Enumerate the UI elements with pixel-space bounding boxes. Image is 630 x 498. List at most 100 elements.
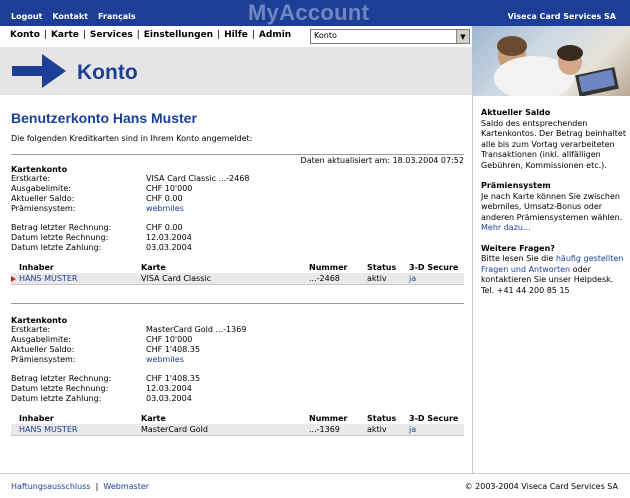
field-label: Datum letzte Rechnung:: [11, 384, 109, 393]
logout-link[interactable]: Logout: [11, 12, 42, 21]
field-ausgabelimite: Ausgabelimite: CHF 10'000: [11, 184, 464, 194]
cell-3d-secure: ja: [409, 273, 464, 285]
field-label: Aktueller Saldo:: [11, 345, 75, 354]
account-block: Kartenkonto Erstkarte: MasterCard Gold ..…: [11, 316, 464, 436]
webmiles-link[interactable]: webmiles: [146, 355, 184, 364]
inhaber-link[interactable]: HANS MUSTER: [19, 274, 77, 283]
field-value: CHF 0.00: [146, 194, 183, 203]
field-erstkarte: Erstkarte: MasterCard Gold ...-1369: [11, 325, 464, 335]
updated-timestamp: Daten aktualisiert am: 18.03.2004 07:52: [300, 156, 464, 165]
field-label: Erstkarte:: [11, 174, 51, 183]
cell-status: aktiv: [367, 273, 409, 285]
help-sidebar: Aktueller Saldo Saldo des entsprechenden…: [481, 108, 626, 306]
arrow-right-icon: [12, 54, 66, 88]
section-select-value: Konto: [314, 31, 337, 40]
nav-separator: |: [82, 30, 86, 40]
nav-karte[interactable]: Karte: [51, 30, 79, 40]
couple-laptop-image: [494, 36, 619, 96]
help-praemien: Prämiensystem Je nach Karte können Sie z…: [481, 181, 626, 234]
haftungsausschluss-link[interactable]: Haftungsausschluss: [11, 482, 91, 491]
field-value-wrap: webmiles: [146, 355, 184, 365]
nav-konto[interactable]: Konto: [10, 30, 40, 40]
help-praemien-text: Je nach Karte können Sie zwischen webmil…: [481, 191, 623, 222]
field-value: CHF 10'000: [146, 335, 193, 344]
table-header: Inhaber Karte Nummer Status 3-D Secure: [11, 262, 464, 273]
account-title: Kartenkonto: [11, 316, 68, 325]
section-select[interactable]: Konto ▼: [310, 29, 470, 44]
field-value: 03.03.2004: [146, 394, 192, 403]
table-row: HANS MUSTER MasterCard Gold ...-1369 akt…: [11, 424, 464, 436]
nav-hilfe[interactable]: Hilfe: [224, 30, 248, 40]
col-inhaber-label: Inhaber: [19, 414, 54, 423]
inhaber-link[interactable]: HANS MUSTER: [19, 425, 77, 434]
company-name: Viseca Card Services SA: [507, 12, 616, 21]
cell-inhaber: HANS MUSTER: [11, 273, 141, 285]
field-praemiensystem: Prämiensystem: webmiles: [11, 355, 464, 365]
field-label: Ausgabelimite:: [11, 184, 71, 193]
webmaster-link[interactable]: Webmaster: [103, 482, 149, 491]
field-value: CHF 10'000: [146, 184, 193, 193]
col-karte: Karte: [141, 414, 166, 423]
cell-nummer: ...-1369: [309, 424, 367, 436]
field-label: Erstkarte:: [11, 325, 51, 334]
field-label: Prämiensystem:: [11, 204, 76, 213]
col-3d-secure: 3-D Secure: [409, 263, 459, 272]
footer-links: Haftungsausschluss | Webmaster: [11, 482, 149, 491]
field-saldo: Aktueller Saldo: CHF 0.00: [11, 194, 464, 204]
nav-admin[interactable]: Admin: [259, 30, 291, 40]
secure-link[interactable]: ja: [409, 274, 416, 283]
nav-separator: |: [136, 30, 140, 40]
field-value: CHF 0.00: [146, 223, 183, 232]
mehr-dazu-link[interactable]: Mehr dazu...: [481, 223, 531, 232]
help-saldo-text: Saldo des entsprechenden Kartenkontos. D…: [481, 118, 626, 170]
field-erstkarte: Erstkarte: VISA Card Classic ...-2468: [11, 174, 464, 184]
table-header: Inhaber Karte Nummer Status 3-D Secure: [11, 413, 464, 424]
field-value: CHF 1'408.35: [146, 374, 201, 383]
field-label: Betrag letzter Rechnung:: [11, 374, 112, 383]
top-links: Logout Kontakt Français: [11, 12, 136, 21]
cards-table: Inhaber Karte Nummer Status 3-D Secure H…: [11, 262, 464, 285]
chevron-down-icon[interactable]: ▼: [456, 30, 469, 43]
nav-services[interactable]: Services: [90, 30, 133, 40]
kontakt-link[interactable]: Kontakt: [52, 12, 88, 21]
cards-table: Inhaber Karte Nummer Status 3-D Secure H…: [11, 413, 464, 436]
cell-3d-secure: ja: [409, 424, 464, 436]
col-nummer: Nummer: [309, 414, 348, 423]
field-datum-rechnung: Datum letzte Rechnung: 12.03.2004: [11, 233, 464, 243]
field-value: VISA Card Classic ...-2468: [146, 174, 250, 183]
field-datum-zahlung: Datum letzte Zahlung: 03.03.2004: [11, 243, 464, 253]
col-status: Status: [367, 263, 397, 272]
divider: [11, 303, 464, 304]
helpdesk-phone: Tel. +41 44 200 85 15: [481, 285, 570, 295]
help-fragen: Weitere Fragen? Bitte lesen Sie die häuf…: [481, 244, 626, 297]
help-fragen-pre: Bitte lesen Sie die: [481, 254, 554, 263]
col-inhaber-label: Inhaber: [19, 263, 54, 272]
nav-einstellungen[interactable]: Einstellungen: [144, 30, 213, 40]
copyright: © 2003-2004 Viseca Card Services SA: [464, 482, 618, 491]
footer-divider: [0, 473, 630, 474]
francais-link[interactable]: Français: [98, 12, 136, 21]
secure-link[interactable]: ja: [409, 425, 416, 434]
help-saldo-title: Aktueller Saldo: [481, 108, 551, 117]
cell-karte: MasterCard Gold: [141, 424, 309, 436]
field-betrag: Betrag letzter Rechnung: CHF 1'408.35: [11, 374, 464, 384]
field-label: Betrag letzter Rechnung:: [11, 223, 112, 232]
nav-separator: |: [43, 30, 47, 40]
nav-separator: |: [217, 30, 221, 40]
webmiles-link[interactable]: webmiles: [146, 204, 184, 213]
col-status: Status: [367, 414, 397, 423]
divider: [11, 154, 464, 155]
selected-marker-icon: [11, 275, 16, 282]
top-bar: Logout Kontakt Français MyAccount Viseca…: [0, 0, 630, 26]
field-value: 12.03.2004: [146, 384, 192, 393]
field-value-wrap: webmiles: [146, 204, 184, 214]
title-band: Konto: [0, 47, 472, 95]
field-ausgabelimite: Ausgabelimite: CHF 10'000: [11, 335, 464, 345]
field-value: 12.03.2004: [146, 233, 192, 242]
table-row: HANS MUSTER VISA Card Classic ...-2468 a…: [11, 273, 464, 285]
col-inhaber: Inhaber: [11, 413, 141, 424]
header-photo: [472, 26, 630, 96]
col-inhaber: Inhaber: [11, 262, 141, 273]
help-saldo: Aktueller Saldo Saldo des entsprechenden…: [481, 108, 626, 171]
